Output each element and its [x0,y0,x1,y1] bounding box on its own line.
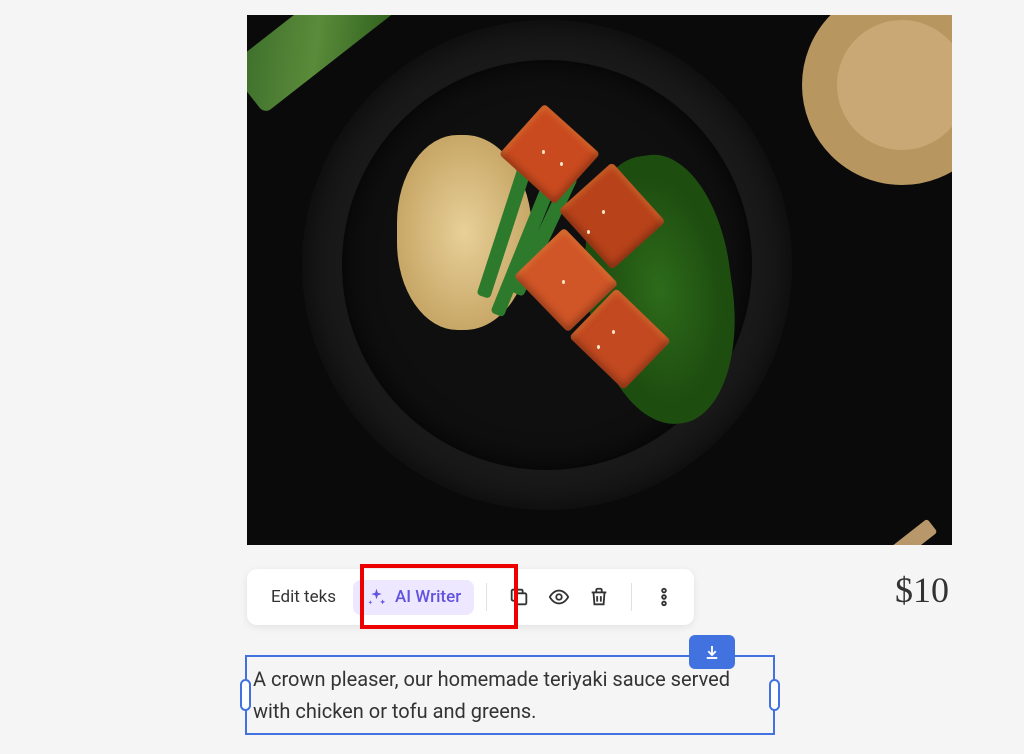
download-icon [703,643,721,661]
description-text: A crown pleaser, our homemade teriyaki s… [253,667,730,723]
copy-icon [508,586,530,608]
ai-writer-label: AI Writer [395,587,461,607]
sparkle-icon [366,587,387,608]
food-image[interactable] [247,15,952,545]
coaster-decor [802,15,952,185]
trash-icon [588,586,610,608]
price-text[interactable]: $10 [895,569,949,611]
download-button[interactable] [689,635,735,669]
plate-decor [302,20,792,510]
toolbar-divider [631,583,632,611]
more-options-button[interactable] [644,577,684,617]
more-vertical-icon [653,586,675,608]
edit-text-button[interactable]: Edit teks [257,579,350,615]
ai-writer-button[interactable]: AI Writer [353,580,474,615]
resize-handle-right[interactable] [769,679,780,711]
editor-canvas[interactable]: Edit teks AI Writer [0,0,1024,754]
text-toolbar: Edit teks AI Writer [247,569,694,625]
description-text-block[interactable]: A crown pleaser, our homemade teriyaki s… [245,655,775,735]
visibility-button[interactable] [539,577,579,617]
eye-icon [548,586,570,608]
fork-decor [732,501,950,545]
resize-handle-left[interactable] [240,679,251,711]
delete-button[interactable] [579,577,619,617]
copy-button[interactable] [499,577,539,617]
toolbar-divider [486,583,487,611]
